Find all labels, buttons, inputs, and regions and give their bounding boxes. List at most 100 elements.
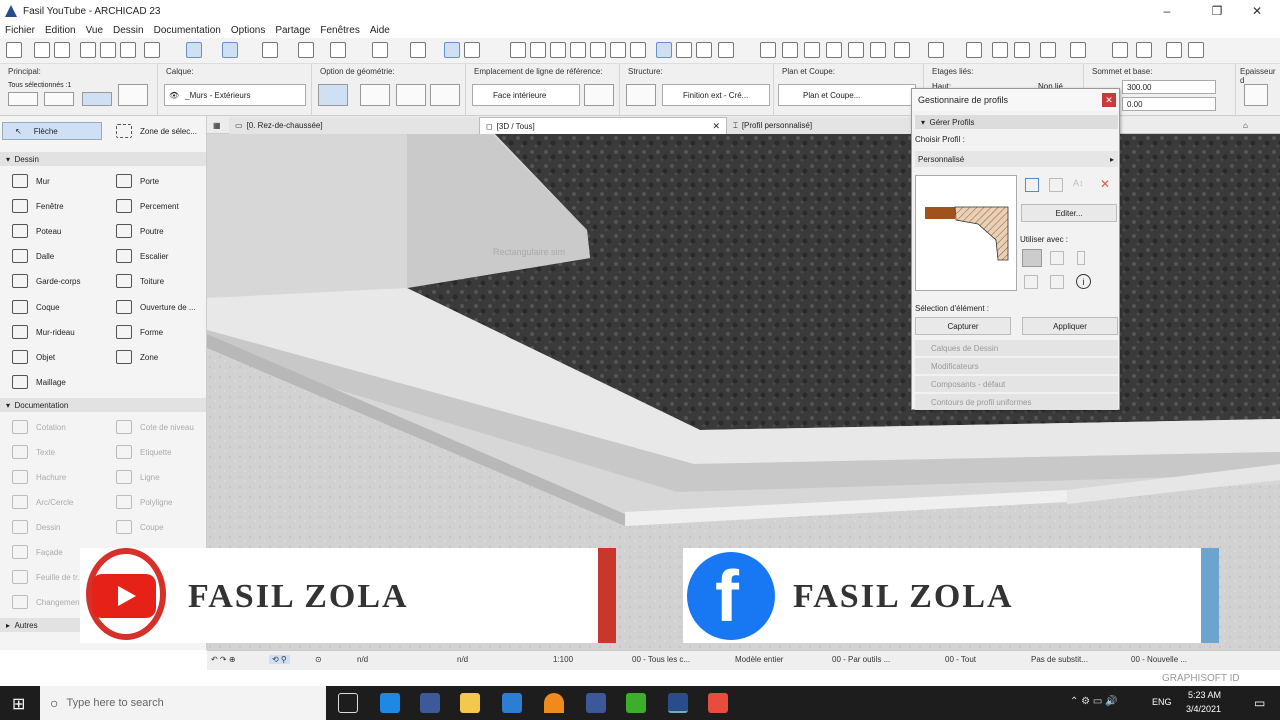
tool-marquee[interactable]: Zone de sélec... xyxy=(116,122,197,140)
trace-icon[interactable] xyxy=(656,42,672,58)
tag-icon[interactable] xyxy=(1070,42,1086,58)
publish-icon[interactable] xyxy=(894,42,910,58)
renovation-filter[interactable]: 00 - Nouvelle ... xyxy=(1131,655,1187,664)
task-view-icon[interactable] xyxy=(338,693,358,713)
clock-time[interactable]: 5:23 AM xyxy=(1188,690,1221,700)
edit-profile-button[interactable]: Editer... xyxy=(1021,204,1117,222)
menu-documentation[interactable]: Documentation xyxy=(154,25,221,36)
tool-text[interactable]: Texte xyxy=(12,443,55,461)
use-beam-icon[interactable] xyxy=(1050,251,1064,265)
file-explorer-icon[interactable] xyxy=(460,693,480,713)
magic-wand-icon[interactable] xyxy=(144,42,160,58)
id-icon[interactable] xyxy=(1188,42,1204,58)
flip-icon[interactable] xyxy=(584,84,614,106)
wall-geometry-icon[interactable] xyxy=(44,92,74,106)
tool-morph[interactable]: Forme xyxy=(116,323,163,341)
straight-wall-icon[interactable] xyxy=(318,84,348,106)
scale-value[interactable]: 1:100 xyxy=(553,655,573,664)
inject-icon[interactable] xyxy=(100,42,116,58)
undo-icon[interactable] xyxy=(34,42,50,58)
tool-section[interactable]: Coupe xyxy=(116,518,164,536)
wall-tool-icon[interactable] xyxy=(118,84,148,106)
home-icon[interactable] xyxy=(1166,42,1182,58)
morph-icon[interactable] xyxy=(696,42,712,58)
undo-view-icon[interactable]: ↶ ↷ ⊕ xyxy=(211,655,236,664)
zoom-fit-icon[interactable]: ⊙ xyxy=(315,655,322,664)
tab-close-icon[interactable]: ✕ xyxy=(712,121,720,132)
layer-combination[interactable]: 00 - Tous les c... xyxy=(632,655,690,664)
tool-polyline[interactable]: Polyligne xyxy=(116,493,172,511)
composite-icon[interactable] xyxy=(626,84,656,106)
tool-worksheet[interactable]: Feuille de tr... xyxy=(12,568,84,586)
section-modifiers[interactable]: Modificateurs xyxy=(915,358,1118,374)
guide-lines-icon[interactable] xyxy=(186,42,202,58)
group-icon[interactable] xyxy=(464,42,480,58)
suspend-groups-icon[interactable] xyxy=(444,42,460,58)
top-height-input[interactable]: 300.00 xyxy=(1122,80,1216,94)
plan-coupe-button[interactable]: Plan et Coupe... xyxy=(778,84,916,106)
pen-set[interactable]: 00 - Par outils ... xyxy=(832,655,890,664)
menu-vue[interactable]: Vue xyxy=(86,25,103,36)
section-uniform-contours[interactable]: Contours de profil uniformes xyxy=(915,394,1118,410)
tool-arc[interactable]: Arc/Cercle xyxy=(12,493,73,511)
tool-elevation[interactable]: Façade xyxy=(12,543,63,561)
tool-roof[interactable]: Toiture xyxy=(116,272,164,290)
tool-door[interactable]: Porte xyxy=(116,172,159,190)
menu-aide[interactable]: Aide xyxy=(370,25,390,36)
capture-button[interactable]: Capturer xyxy=(915,317,1011,335)
profile-wall-icon[interactable] xyxy=(430,84,460,106)
thickness-icon[interactable] xyxy=(1244,84,1268,106)
language-indicator[interactable]: ENG xyxy=(1152,697,1172,707)
bimx-icon[interactable] xyxy=(1112,42,1128,58)
menu-dessin[interactable]: Dessin xyxy=(113,25,144,36)
recorder-icon[interactable] xyxy=(708,693,728,713)
camera-icon[interactable] xyxy=(826,42,842,58)
grid-icon[interactable] xyxy=(298,42,314,58)
layer-select[interactable]: 👁 _Murs - Extérieurs xyxy=(164,84,306,106)
tool-zone[interactable]: Zone xyxy=(116,348,158,366)
tab-floor-plan[interactable]: ▭ [0. Rez-de-chaussée] xyxy=(229,117,479,134)
settings-icon[interactable] xyxy=(966,42,982,58)
tool-stair[interactable]: Escalier xyxy=(116,247,168,265)
close-icon[interactable]: ✕ xyxy=(1234,0,1280,22)
tool-line[interactable]: Ligne xyxy=(116,468,160,486)
snap-icon[interactable] xyxy=(222,42,238,58)
tab-3d[interactable]: ◻ [3D / Tous] ✕ xyxy=(479,117,727,134)
delete-profile-icon[interactable]: ✕ xyxy=(1100,177,1110,191)
structure-select[interactable]: Finition ext - Cré... xyxy=(662,84,770,106)
library-icon[interactable] xyxy=(1136,42,1152,58)
manage-profiles-section[interactable]: ▾ Gérer Profils xyxy=(915,115,1118,129)
graphic-override[interactable]: Pas de substit... xyxy=(1031,655,1088,664)
use-handrail-icon[interactable] xyxy=(1050,275,1064,289)
menu-edition[interactable]: Edition xyxy=(45,25,76,36)
menu-options[interactable]: Options xyxy=(231,25,265,36)
duplicate-profile-icon[interactable] xyxy=(1049,178,1063,192)
tool-wall[interactable]: Mur xyxy=(12,172,50,190)
section-documentation[interactable]: ▾ Documentation xyxy=(0,398,206,412)
minimize-icon[interactable]: – xyxy=(1144,0,1190,22)
info-circle-icon[interactable]: i xyxy=(1076,274,1091,289)
trapezoid-wall-icon[interactable] xyxy=(360,84,390,106)
tab-grid-icon[interactable]: ▦ xyxy=(207,117,229,134)
check-icon[interactable] xyxy=(928,42,944,58)
lock-icon[interactable] xyxy=(410,42,426,58)
menu-fichier[interactable]: Fichier xyxy=(5,25,35,36)
store-icon[interactable] xyxy=(502,693,522,713)
pipette-icon[interactable] xyxy=(120,42,136,58)
tool-object[interactable]: Objet xyxy=(12,348,55,366)
layer-icon[interactable] xyxy=(262,42,278,58)
menu-partage[interactable]: Partage xyxy=(275,25,310,36)
tool-curtain-wall[interactable]: Mur-rideau xyxy=(12,323,75,341)
render-icon[interactable] xyxy=(870,42,886,58)
menu-fenetres[interactable]: Fenêtres xyxy=(320,25,359,36)
clock-date[interactable]: 3/4/2021 xyxy=(1186,704,1221,714)
view-icon[interactable] xyxy=(782,42,798,58)
tool-slab[interactable]: Dalle xyxy=(12,247,54,265)
tab-profile[interactable]: ⌶ [Profil personnalisé] xyxy=(727,117,927,134)
section-icon[interactable] xyxy=(804,42,820,58)
split-icon[interactable] xyxy=(510,42,526,58)
tool-label-tag[interactable]: Etiquette xyxy=(116,443,172,461)
notification-icon[interactable]: ▭ xyxy=(1254,696,1265,710)
tray-icons[interactable]: ⌃ ⚙ ▭ 🔊 xyxy=(1070,696,1118,707)
tool-change[interactable]: Changement xyxy=(12,593,82,611)
